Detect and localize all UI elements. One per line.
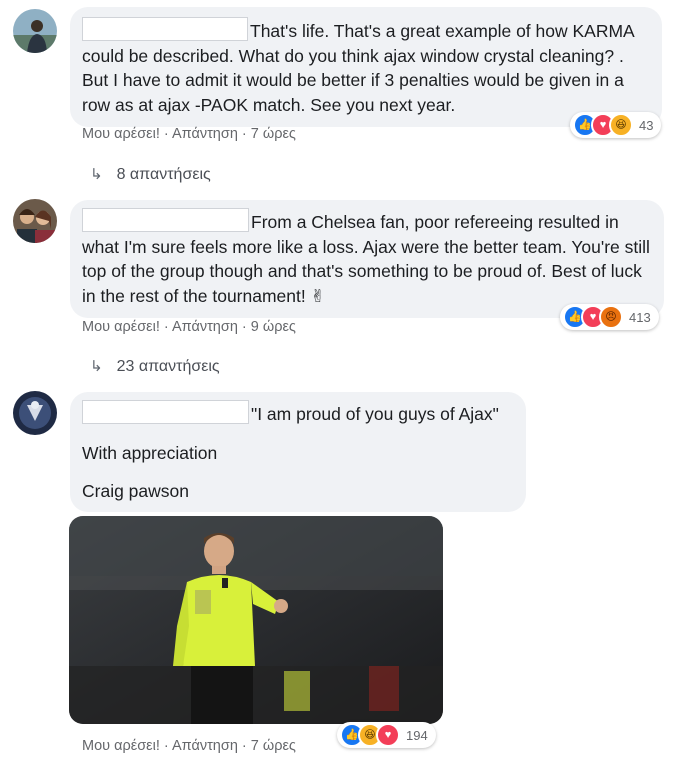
reply-arrow-icon: ↳ [90,166,103,183]
reply-link[interactable]: Απάντηση [172,319,238,335]
replies-count: 8 απαντήσεις [116,166,211,183]
comment-line-signature: Craig pawson [82,481,189,501]
replies-count: 23 απαντήσεις [116,358,220,375]
comment-bubble: From a Chelsea fan, poor refereeing resu… [70,200,664,318]
reaction-summary[interactable]: 👍 ♥ 😠 413 [560,304,659,330]
comment-bubble: That's life. That's a great example of h… [70,7,662,127]
love-reaction-icon: ♥ [376,723,400,747]
comment-line-quote: "I am proud of you guys of Ajax" [251,404,499,424]
timestamp[interactable]: 7 ώρες [251,738,296,754]
reply-link[interactable]: Απάντηση [172,126,238,142]
reply-link[interactable]: Απάντηση [172,738,238,754]
reaction-count: 194 [406,727,428,743]
reaction-count: 413 [629,309,651,325]
haha-reaction-icon: 😆 [609,113,633,137]
redacted-name [82,400,249,424]
timestamp[interactable]: 7 ώρες [251,126,296,142]
comment-line-appreciation: With appreciation [82,442,218,463]
like-link[interactable]: Μου αρέσει! [82,126,160,142]
comment-actions: Μου αρέσει! · Απάντηση · 7 ώρες [82,126,296,142]
like-link[interactable]: Μου αρέσει! [82,319,160,335]
avatar[interactable] [13,391,57,435]
view-replies-link[interactable]: ↳ 23 απαντήσεις [90,357,220,376]
reply-arrow-icon: ↳ [90,358,103,375]
comment-actions: Μου αρέσει! · Απάντηση · 9 ώρες [82,319,296,335]
redacted-name [82,208,249,232]
avatar[interactable] [13,9,57,53]
avatar[interactable] [13,199,57,243]
attached-photo[interactable] [69,516,443,724]
like-link[interactable]: Μου αρέσει! [82,738,160,754]
angry-reaction-icon: 😠 [599,305,623,329]
reaction-summary[interactable]: 👍 ♥ 😆 43 [570,112,662,138]
redacted-name [82,17,248,41]
reaction-count: 43 [639,117,654,133]
view-replies-link[interactable]: ↳ 8 απαντήσεις [90,165,211,184]
comment-actions: Μου αρέσει! · Απάντηση · 7 ώρες [82,738,296,754]
reaction-summary[interactable]: 👍 😆 ♥ 194 [337,722,436,748]
comment-bubble: "I am proud of you guys of Ajax" With ap… [70,392,526,512]
timestamp[interactable]: 9 ώρες [251,319,296,335]
